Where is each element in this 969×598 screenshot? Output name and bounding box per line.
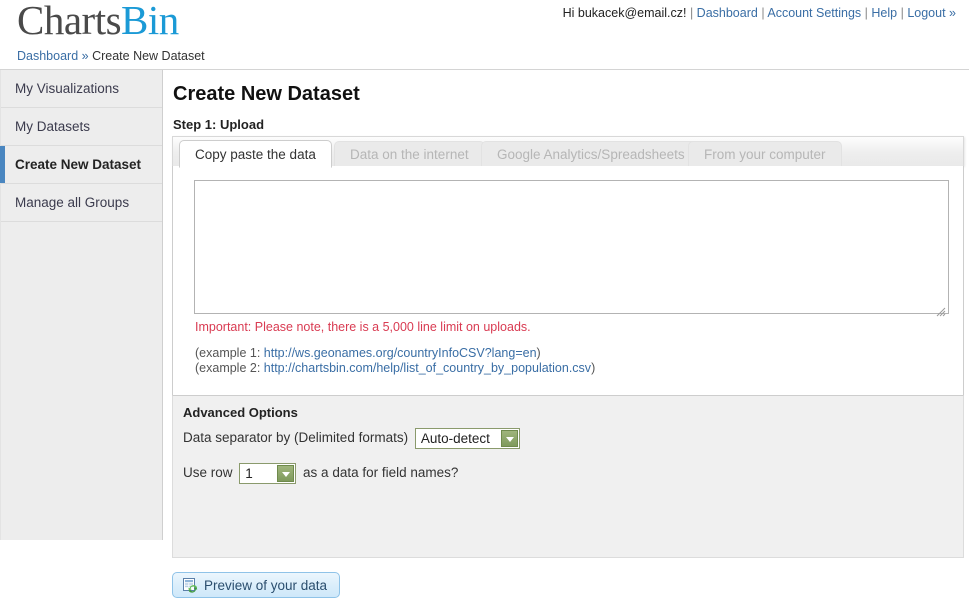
sidebar-item-manage-all-groups[interactable]: Manage all Groups bbox=[1, 184, 162, 222]
nav-separator-2: | bbox=[761, 6, 765, 20]
nav-link-account-settings[interactable]: Account Settings bbox=[767, 6, 861, 20]
preview-of-your-data-button[interactable]: Preview of your data bbox=[172, 572, 341, 598]
logo-text-bin: Bin bbox=[121, 0, 179, 43]
tab-google-analytics-spreadsheets[interactable]: Google Analytics/Spreadsheets bbox=[481, 141, 701, 168]
example-url-1[interactable]: http://ws.geonames.org/countryInfoCSV?la… bbox=[264, 346, 537, 360]
tab-label: Data on the internet bbox=[350, 147, 469, 162]
example-prefix: (example 1: bbox=[195, 346, 264, 360]
sidebar-item-create-new-dataset[interactable]: Create New Dataset bbox=[0, 146, 162, 184]
user-navigation: Hi bukacek@email.cz! | Dashboard | Accou… bbox=[563, 6, 956, 20]
example-suffix: ) bbox=[591, 361, 596, 375]
active-accent-bar bbox=[0, 146, 5, 183]
tab-bar: Copy paste the data Data on the internet… bbox=[172, 136, 964, 168]
paste-data-textarea[interactable] bbox=[194, 180, 949, 314]
nav-link-help[interactable]: Help bbox=[871, 6, 897, 20]
data-separator-select[interactable]: Auto-detect bbox=[414, 427, 520, 449]
use-row-label-after: as a data for field names? bbox=[303, 465, 459, 480]
nav-separator-1: | bbox=[689, 6, 694, 20]
important-note: Important: Please note, there is a 5,000… bbox=[195, 320, 531, 334]
use-row-label-before: Use row bbox=[183, 465, 233, 480]
tab-label: Copy paste the data bbox=[195, 147, 316, 162]
breadcrumb-current: Create New Dataset bbox=[92, 49, 205, 63]
page-header: ChartsBin Hi bukacek@email.cz! | Dashboa… bbox=[0, 0, 969, 70]
tab-data-on-the-internet[interactable]: Data on the internet bbox=[334, 141, 485, 168]
tab-panel-copy-paste: Important: Please note, there is a 5,000… bbox=[172, 166, 964, 395]
tab-label: From your computer bbox=[704, 147, 826, 162]
logo-text-charts: Charts bbox=[17, 0, 122, 43]
breadcrumb-chevron-icon: » bbox=[81, 49, 89, 63]
example-url-2[interactable]: http://chartsbin.com/help/list_of_countr… bbox=[264, 361, 591, 375]
advanced-options-panel: Advanced Options Data separator by (Deli… bbox=[172, 395, 964, 558]
user-greeting: Hi bukacek@email.cz! bbox=[562, 6, 687, 20]
tab-label: Google Analytics/Spreadsheets bbox=[497, 147, 685, 162]
example-line-1: (example 1: http://ws.geonames.org/count… bbox=[195, 346, 541, 360]
main-content: Create New Dataset Step 1: Upload Copy p… bbox=[164, 70, 969, 598]
preview-button-label: Preview of your data bbox=[204, 577, 328, 593]
sidebar: My Visualizations My Datasets Create New… bbox=[0, 70, 163, 540]
preview-data-icon bbox=[183, 578, 198, 593]
step-label: Step 1: Upload bbox=[173, 117, 265, 132]
sidebar-item-label: Manage all Groups bbox=[15, 195, 130, 210]
example-suffix: ) bbox=[536, 346, 541, 360]
chevron-down-icon[interactable] bbox=[500, 429, 518, 447]
field-names-row: Use row 1 as a data for field names? bbox=[183, 462, 458, 484]
data-separator-label: Data separator by (Delimited formats) bbox=[183, 430, 409, 445]
data-separator-row: Data separator by (Delimited formats) Au… bbox=[183, 427, 523, 449]
nav-separator-3: | bbox=[864, 6, 868, 20]
page-title: Create New Dataset bbox=[173, 83, 360, 105]
field-names-row-select[interactable]: 1 bbox=[239, 462, 297, 484]
tab-from-your-computer[interactable]: From your computer bbox=[688, 141, 842, 168]
chartsbin-logo[interactable]: ChartsBin bbox=[17, 0, 179, 44]
sidebar-item-label: Create New Dataset bbox=[15, 157, 142, 172]
sidebar-item-label: My Datasets bbox=[15, 119, 91, 134]
nav-separator-4: | bbox=[900, 6, 904, 20]
nav-link-dashboard[interactable]: Dashboard bbox=[697, 6, 758, 20]
example-prefix: (example 2: bbox=[195, 361, 264, 375]
advanced-options-title: Advanced Options bbox=[183, 405, 298, 420]
example-line-2: (example 2: http://chartsbin.com/help/li… bbox=[195, 361, 595, 375]
breadcrumb-link-dashboard[interactable]: Dashboard bbox=[17, 49, 78, 63]
sidebar-item-my-visualizations[interactable]: My Visualizations bbox=[1, 70, 162, 108]
nav-link-logout[interactable]: Logout » bbox=[907, 6, 956, 20]
tab-copy-paste-the-data[interactable]: Copy paste the data bbox=[179, 140, 332, 168]
chevron-down-icon[interactable] bbox=[277, 464, 295, 482]
sidebar-item-label: My Visualizations bbox=[15, 81, 120, 96]
breadcrumb: Dashboard » Create New Dataset bbox=[17, 49, 205, 63]
sidebar-item-my-datasets[interactable]: My Datasets bbox=[1, 108, 162, 146]
